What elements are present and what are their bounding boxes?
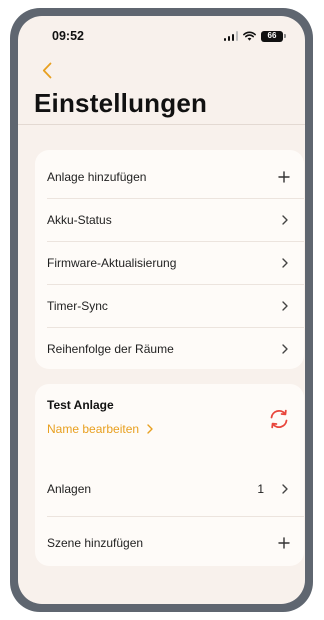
chevron-right-icon: [280, 301, 290, 311]
header-divider: [18, 124, 305, 125]
row-label: Szene hinzufügen: [47, 536, 144, 550]
installation-name: Test Anlage: [47, 398, 114, 412]
status-time: 09:52: [52, 29, 84, 43]
installation-card: Test Anlage Name bearbeiten Anlagen 1 Sz…: [35, 384, 304, 566]
systems-row[interactable]: Anlagen 1: [35, 468, 304, 510]
row-divider: [47, 516, 304, 517]
add-scene-row[interactable]: Szene hinzufügen: [35, 522, 304, 564]
battery-level: 66: [267, 31, 277, 40]
plus-icon: [278, 537, 290, 549]
settings-card: Anlage hinzufügen Akku-Status Firmware-A…: [35, 150, 304, 369]
app-screen: 09:52 66 Einstellungen Anlage hinzufügen…: [18, 16, 305, 604]
firmware-update-row[interactable]: Firmware-Aktualisierung: [35, 242, 304, 284]
cellular-signal-icon: [223, 31, 238, 41]
row-label: Firmware-Aktualisierung: [47, 256, 177, 270]
chevron-right-icon: [280, 484, 290, 494]
status-bar: 09:52 66: [18, 16, 305, 50]
row-label: Akku-Status: [47, 213, 112, 227]
systems-value: 1: [257, 482, 290, 496]
wifi-icon: [243, 31, 256, 41]
edit-name-link[interactable]: Name bearbeiten: [47, 422, 153, 436]
row-label: Anlage hinzufügen: [47, 170, 147, 184]
chevron-right-icon: [280, 344, 290, 354]
row-label: Anlagen: [47, 482, 92, 496]
timer-sync-row[interactable]: Timer-Sync: [35, 285, 304, 327]
chevron-left-icon: [42, 62, 52, 78]
plus-icon: [278, 171, 290, 183]
battery-icon: 66: [261, 30, 286, 42]
row-label: Reihenfolge der Räume: [47, 342, 174, 356]
systems-count: 1: [257, 482, 264, 496]
device-frame: 09:52 66 Einstellungen Anlage hinzufügen…: [10, 8, 313, 612]
back-button[interactable]: [36, 59, 58, 81]
page-title: Einstellungen: [34, 88, 208, 118]
sync-icon[interactable]: [268, 408, 290, 430]
row-label: Timer-Sync: [47, 299, 108, 313]
chevron-right-icon: [280, 258, 290, 268]
edit-name-label: Name bearbeiten: [47, 422, 140, 436]
status-icons: 66: [223, 29, 286, 43]
battery-status-row[interactable]: Akku-Status: [35, 199, 304, 241]
add-installation-row[interactable]: Anlage hinzufügen: [35, 156, 304, 198]
room-order-row[interactable]: Reihenfolge der Räume: [35, 328, 304, 370]
chevron-right-icon: [147, 424, 153, 434]
chevron-right-icon: [280, 215, 290, 225]
